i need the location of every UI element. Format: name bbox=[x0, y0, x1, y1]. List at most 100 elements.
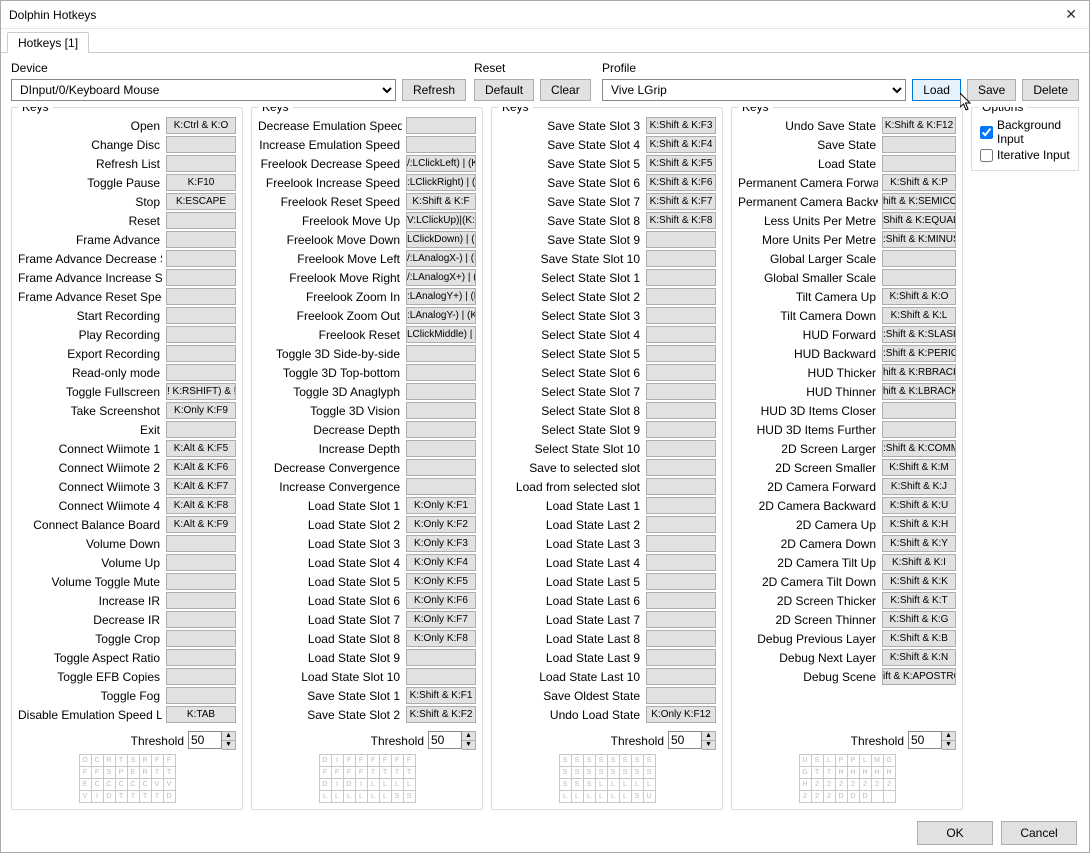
hotkey-binding-button[interactable] bbox=[166, 668, 236, 685]
hotkey-binding-button[interactable]: LClickDown) | (K bbox=[406, 231, 476, 248]
hotkey-binding-button[interactable] bbox=[882, 421, 956, 438]
hotkey-binding-button[interactable]: K:Shift & K:F2 bbox=[406, 706, 476, 723]
hotkey-binding-button[interactable] bbox=[646, 497, 716, 514]
hotkey-binding-button[interactable] bbox=[646, 649, 716, 666]
hotkey-binding-button[interactable] bbox=[166, 573, 236, 590]
hotkey-binding-button[interactable]: K:Shift & K:G bbox=[882, 611, 956, 628]
hotkey-binding-button[interactable]: :Shift & K:COMM bbox=[882, 440, 956, 457]
hotkey-binding-button[interactable]: K:Shift & K:M bbox=[882, 459, 956, 476]
hotkey-binding-button[interactable] bbox=[406, 649, 476, 666]
profile-select[interactable]: Vive LGrip bbox=[602, 79, 906, 101]
hotkey-binding-button[interactable] bbox=[882, 250, 956, 267]
spin-up-icon[interactable]: ▲ bbox=[702, 732, 715, 741]
hotkey-binding-button[interactable]: hift & K:LBRACK bbox=[882, 383, 956, 400]
hotkey-binding-button[interactable]: :Shift & K:MINUS bbox=[882, 231, 956, 248]
hotkey-binding-button[interactable] bbox=[166, 554, 236, 571]
hotkey-binding-button[interactable]: K:Shift & K:F1 bbox=[406, 687, 476, 704]
hotkey-binding-button[interactable]: K:Alt & K:F8 bbox=[166, 497, 236, 514]
hotkey-binding-button[interactable] bbox=[406, 440, 476, 457]
spin-down-icon[interactable]: ▼ bbox=[462, 741, 475, 749]
hotkey-binding-button[interactable] bbox=[646, 592, 716, 609]
hotkey-binding-button[interactable] bbox=[166, 535, 236, 552]
device-select[interactable]: DInput/0/Keyboard Mouse bbox=[11, 79, 396, 101]
hotkey-binding-button[interactable] bbox=[166, 421, 236, 438]
spin-up-icon[interactable]: ▲ bbox=[942, 732, 955, 741]
hotkey-binding-button[interactable]: K:Only K:F6 bbox=[406, 592, 476, 609]
hotkey-binding-button[interactable] bbox=[646, 250, 716, 267]
hotkey-binding-button[interactable] bbox=[646, 421, 716, 438]
hotkey-binding-button[interactable]: K:Ctrl & K:O bbox=[166, 117, 236, 134]
hotkey-binding-button[interactable]: K:Shift & K:F3 bbox=[646, 117, 716, 134]
hotkey-binding-button[interactable]: K:Only K:F4 bbox=[406, 554, 476, 571]
hotkey-binding-button[interactable] bbox=[646, 687, 716, 704]
hotkey-binding-button[interactable]: Shift & K:EQUAL bbox=[882, 212, 956, 229]
hotkey-binding-button[interactable] bbox=[646, 535, 716, 552]
hotkey-binding-button[interactable]: K:Shift & K:F7 bbox=[646, 193, 716, 210]
hotkey-binding-button[interactable] bbox=[646, 516, 716, 533]
threshold-input[interactable] bbox=[668, 731, 702, 749]
hotkey-binding-button[interactable] bbox=[882, 269, 956, 286]
threshold-input[interactable] bbox=[908, 731, 942, 749]
hotkey-binding-button[interactable] bbox=[406, 345, 476, 362]
hotkey-binding-button[interactable] bbox=[166, 364, 236, 381]
hotkey-binding-button[interactable] bbox=[406, 136, 476, 153]
hotkey-binding-button[interactable] bbox=[406, 383, 476, 400]
hotkey-binding-button[interactable]: K:Only K:F8 bbox=[406, 630, 476, 647]
hotkey-binding-button[interactable] bbox=[646, 383, 716, 400]
hotkey-binding-button[interactable]: K:Shift & K:P bbox=[882, 174, 956, 191]
hotkey-binding-button[interactable]: K:TAB bbox=[166, 706, 236, 723]
hotkey-binding-button[interactable] bbox=[166, 630, 236, 647]
hotkey-binding-button[interactable] bbox=[166, 345, 236, 362]
ok-button[interactable]: OK bbox=[917, 821, 993, 845]
hotkey-binding-button[interactable]: K:Shift & K:F12 bbox=[882, 117, 956, 134]
hotkey-binding-button[interactable] bbox=[166, 611, 236, 628]
cancel-button[interactable]: Cancel bbox=[1001, 821, 1077, 845]
hotkey-binding-button[interactable] bbox=[166, 592, 236, 609]
hotkey-binding-button[interactable] bbox=[166, 136, 236, 153]
hotkey-binding-button[interactable]: K:Only K:F7 bbox=[406, 611, 476, 628]
hotkey-binding-button[interactable] bbox=[882, 402, 956, 419]
spin-up-icon[interactable]: ▲ bbox=[462, 732, 475, 741]
threshold-input[interactable] bbox=[188, 731, 222, 749]
hotkey-binding-button[interactable] bbox=[646, 630, 716, 647]
hotkey-binding-button[interactable] bbox=[166, 649, 236, 666]
hotkey-binding-button[interactable] bbox=[166, 269, 236, 286]
hotkey-binding-button[interactable]: V:LClickUp)|(K:S bbox=[406, 212, 476, 229]
hotkey-binding-button[interactable] bbox=[406, 478, 476, 495]
hotkey-binding-button[interactable] bbox=[646, 573, 716, 590]
hotkey-binding-button[interactable]: K:Alt & K:F9 bbox=[166, 516, 236, 533]
hotkey-binding-button[interactable]: K:Only K:F3 bbox=[406, 535, 476, 552]
hotkey-binding-button[interactable]: K:Shift & K:O bbox=[882, 288, 956, 305]
hotkey-binding-button[interactable] bbox=[166, 307, 236, 324]
hotkey-binding-button[interactable]: /:LAnalogX+) | (K: bbox=[406, 269, 476, 286]
close-icon[interactable]: ✕ bbox=[1061, 6, 1081, 23]
refresh-button[interactable]: Refresh bbox=[402, 79, 466, 101]
hotkey-binding-button[interactable]: K:Alt & K:F7 bbox=[166, 478, 236, 495]
hotkey-binding-button[interactable] bbox=[646, 402, 716, 419]
hotkey-binding-button[interactable]: K:Alt & K:F5 bbox=[166, 440, 236, 457]
default-button[interactable]: Default bbox=[474, 79, 534, 101]
spin-down-icon[interactable]: ▼ bbox=[942, 741, 955, 749]
hotkey-binding-button[interactable] bbox=[646, 326, 716, 343]
hotkey-binding-button[interactable]: K:Only K:F9 bbox=[166, 402, 236, 419]
hotkey-binding-button[interactable]: K:Shift & K:K bbox=[882, 573, 956, 590]
hotkey-binding-button[interactable]: K:Shift & K:F bbox=[406, 193, 476, 210]
hotkey-binding-button[interactable] bbox=[646, 478, 716, 495]
background-input-checkbox[interactable] bbox=[980, 126, 993, 139]
hotkey-binding-button[interactable]: K:Shift & K:F8 bbox=[646, 212, 716, 229]
hotkey-binding-button[interactable]: :Shift & K:SLASH bbox=[882, 326, 956, 343]
hotkey-binding-button[interactable]: LClickMiddle) | (K bbox=[406, 326, 476, 343]
tab-hotkeys[interactable]: Hotkeys [1] bbox=[7, 32, 89, 53]
hotkey-binding-button[interactable]: hift & K:SEMICOL bbox=[882, 193, 956, 210]
hotkey-binding-button[interactable]: K:Shift & K:F4 bbox=[646, 136, 716, 153]
hotkey-binding-button[interactable] bbox=[406, 364, 476, 381]
spin-down-icon[interactable]: ▼ bbox=[702, 741, 715, 749]
hotkey-binding-button[interactable] bbox=[646, 459, 716, 476]
hotkey-binding-button[interactable] bbox=[646, 307, 716, 324]
hotkey-binding-button[interactable]: K:Only K:F1 bbox=[406, 497, 476, 514]
hotkey-binding-button[interactable] bbox=[646, 269, 716, 286]
hotkey-binding-button[interactable]: K:Shift & K:F6 bbox=[646, 174, 716, 191]
hotkey-binding-button[interactable] bbox=[166, 155, 236, 172]
hotkey-binding-button[interactable]: K:Shift & K:U bbox=[882, 497, 956, 514]
hotkey-binding-button[interactable] bbox=[646, 440, 716, 457]
